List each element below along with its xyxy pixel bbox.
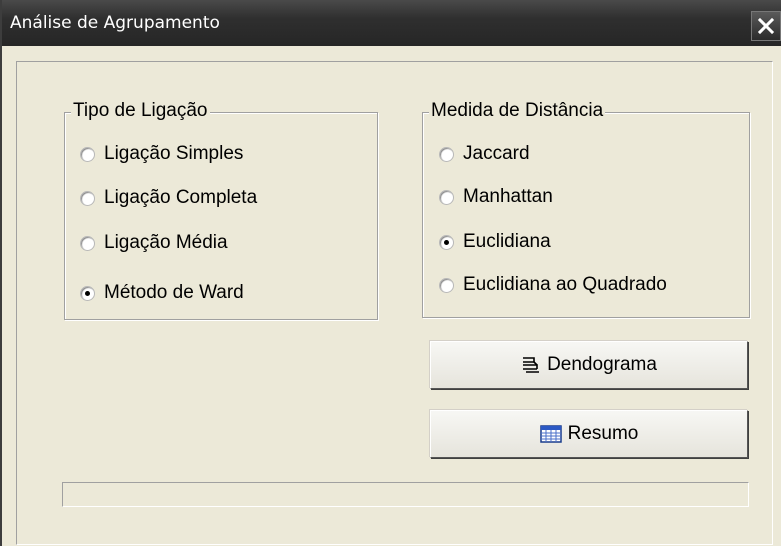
title-bar[interactable]: Análise de Agrupamento [2,0,781,46]
radio-ligacao-simples[interactable]: Ligação Simples [80,143,243,165]
radio-button-checked[interactable] [80,285,95,301]
distance-measure-title: Medida de Distância [429,100,606,122]
radio-label: Ligação Completa [104,187,258,208]
dialog-window: Análise de Agrupamento Tipo de Ligação L… [0,0,781,546]
radio-euclidiana[interactable]: Euclidiana [439,231,551,253]
radio-label: Ligação Média [104,232,228,253]
radio-label: Jaccard [463,143,530,164]
dendrogram-button[interactable]: Dendograma [430,341,748,389]
progress-bar [62,482,749,507]
radio-button[interactable] [80,235,95,251]
radio-button[interactable] [439,189,454,205]
window-title: Análise de Agrupamento [10,13,220,33]
close-button[interactable] [751,11,781,41]
radio-jaccard[interactable]: Jaccard [439,143,530,165]
radio-ligacao-media[interactable]: Ligação Média [80,232,228,254]
radio-label: Manhattan [463,186,553,207]
radio-button[interactable] [439,146,454,162]
radio-metodo-de-ward[interactable]: Método de Ward [80,282,244,304]
dendrogram-button-label: Dendograma [547,354,657,375]
radio-button[interactable] [80,146,95,162]
radio-euclidiana-ao-quadrado[interactable]: Euclidiana ao Quadrado [439,274,667,296]
table-icon [539,425,562,443]
radio-manhattan[interactable]: Manhattan [439,186,553,208]
linkage-type-title: Tipo de Ligação [71,100,210,122]
summary-button-label: Resumo [567,423,639,444]
radio-button-checked[interactable] [439,234,454,250]
summary-button[interactable]: Resumo [430,410,748,458]
close-icon [757,17,775,35]
dendrogram-icon [521,356,541,374]
radio-label: Euclidiana [463,231,551,252]
radio-ligacao-completa[interactable]: Ligação Completa [80,187,257,209]
radio-label: Ligação Simples [104,143,244,164]
radio-label: Método de Ward [104,282,244,303]
radio-label: Euclidiana ao Quadrado [463,274,667,295]
radio-button[interactable] [439,277,454,293]
radio-button[interactable] [80,190,95,206]
